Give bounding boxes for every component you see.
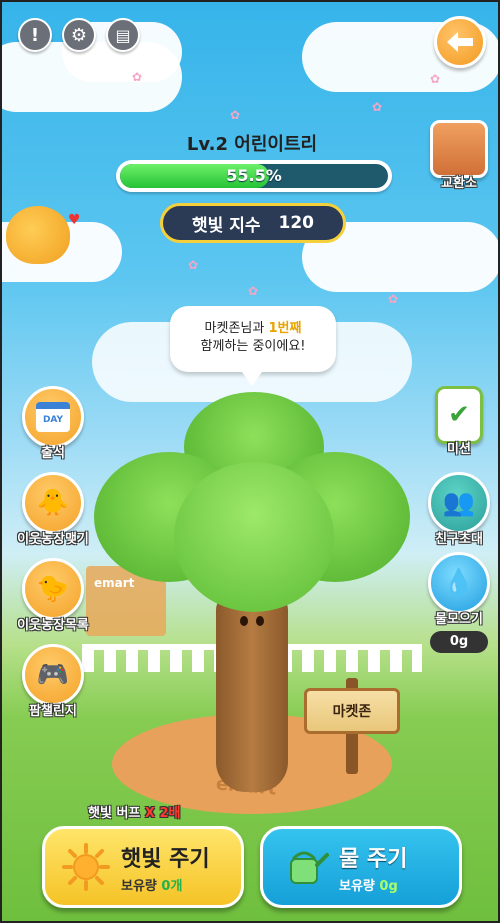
game-screen: ✿ ✿ ✿ ✿ ✿ ✿ ✿ ✿ ! ⚙ ▤ Lv.2 어린이트리 55.5% 햇… [0,0,500,923]
character-icon: 🐤 [22,558,84,620]
watering-can-icon [277,840,331,894]
neighbor-connect-button[interactable]: 🐥 이웃농장맺기 [8,472,98,547]
farm-challenge-label: 팜챌린지 [29,704,77,719]
give-sunlight-title: 햇빛 주기 [121,846,210,872]
petal-decoration: ✿ [188,258,199,272]
petal-decoration: ✿ [230,108,241,122]
give-water-text: 물 주기 보유량 0g [339,841,407,894]
petal-decoration: ✿ [132,70,143,84]
bubble-line2: 함께하는 중이에요! [200,339,306,354]
guide-button[interactable]: ▤ [106,18,140,52]
sun-buff-label: 햇빛 버프 X 2배 [88,802,180,821]
neighbor-connect-label: 이웃농장맺기 [17,532,89,547]
farm-challenge-button[interactable]: 🎮 팜챌린지 [8,644,98,719]
water-drop-icon: 💧 [428,552,490,614]
sun-icon [59,840,113,894]
settings-button[interactable]: ⚙ [62,18,96,52]
neighbor-list-label: 이웃농장목록 [17,618,89,633]
gear-icon: ⚙ [70,24,88,46]
bubble-line1-highlight: 1번째 [268,321,302,336]
friends-icon: 👥 [428,472,490,534]
sun-index-label: 햇빛 지수 [192,215,261,236]
growth-progress-bar: 55.5% [116,160,392,192]
progress-track: 55.5% [120,164,388,188]
invite-friends-button[interactable]: 👥 친구초대 [414,472,498,547]
calendar-day-icon: DAY [22,386,84,448]
petal-decoration: ✿ [372,100,383,114]
water-owned-qty: 0g [379,878,398,894]
sun-index-badge: 햇빛 지수 120 [160,203,346,243]
bubble-line1-prefix: 마켓존님과 [204,321,269,336]
checklist-icon: ✔ [435,386,483,444]
back-arrow-icon [447,32,473,52]
progress-percent: 55.5% [226,166,282,185]
invite-friends-label: 친구초대 [435,532,483,547]
heart-icon: ♥ [68,212,81,228]
give-sunlight-button[interactable]: 햇빛 주기 보유량 0개 [42,826,244,908]
give-water-title: 물 주기 [339,846,408,872]
attendance-button[interactable]: DAY 출석 [8,386,98,461]
sun-owned-qty: 0개 [161,878,183,894]
neighbor-characters-icon: 🐥 [22,472,84,534]
collect-water-button[interactable]: 💧 물모으기 0g [414,552,498,653]
info-button[interactable]: ! [18,18,52,52]
mascot-character[interactable] [6,206,70,264]
water-owned-label: 보유량 [339,878,380,894]
store-building-icon [430,120,488,178]
back-button[interactable] [434,16,486,68]
give-water-button[interactable]: 물 주기 보유량 0g [260,826,462,908]
farm-name-sign: 마켓존 [304,688,400,734]
exclamation-icon: ! [30,24,40,46]
tree-canopy[interactable] [94,392,410,612]
petal-decoration: ✿ [430,72,441,86]
sun-buff-prefix: 햇빛 버프 [88,806,145,821]
petal-decoration: ✿ [388,292,399,306]
attendance-label: 출석 [41,446,65,461]
sun-buff-multiplier: X 2배 [144,806,181,821]
petal-decoration: ✿ [248,284,259,298]
mission-label: 미션 [447,442,471,457]
speech-bubble: 마켓존님과 1번째 함께하는 중이에요! [170,306,336,386]
sun-index-value: 120 [278,213,314,233]
neighbor-list-button[interactable]: 🐤 이웃농장목록 [8,558,98,633]
gamepad-icon: 🎮 [22,644,84,706]
exchange-button[interactable]: 교환소 [414,120,498,191]
tree-face [238,616,266,632]
exchange-label: 교환소 [441,176,477,191]
give-sunlight-text: 햇빛 주기 보유량 0개 [121,841,210,894]
water-owned: 보유량 0g [339,875,407,894]
water-amount: 0g [430,631,488,653]
sun-owned-label: 보유량 [121,878,162,894]
collect-water-label: 물모으기 [435,612,483,627]
sun-owned: 보유량 0개 [121,875,210,894]
mission-button[interactable]: ✔ 미션 [414,386,498,457]
book-icon: ▤ [115,25,131,45]
